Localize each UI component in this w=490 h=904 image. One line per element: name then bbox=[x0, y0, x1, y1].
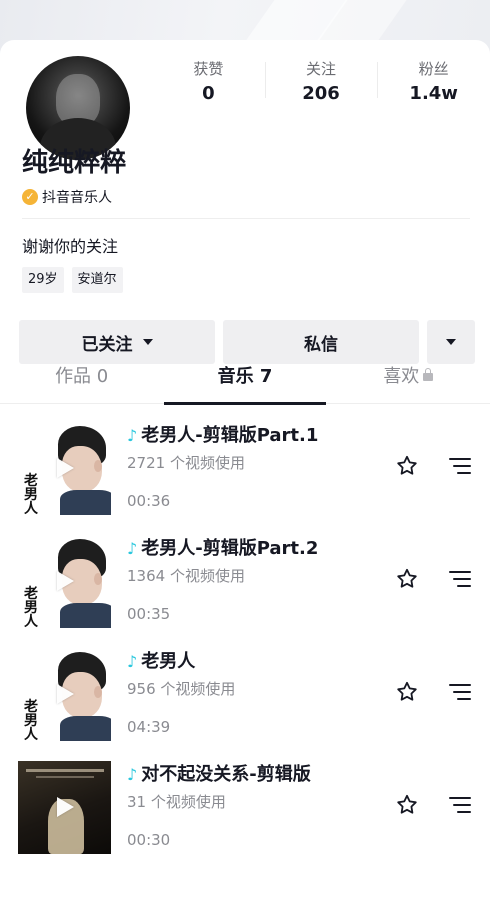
music-list: 老男人 ♪ 老男人-剪辑版Part.1 2721 个视频使用 00:36 老男人… bbox=[0, 418, 490, 870]
menu-lines-icon[interactable] bbox=[449, 571, 471, 587]
cover-ear bbox=[94, 460, 102, 472]
cover-title-strip bbox=[26, 769, 104, 772]
music-title: 老男人-剪辑版Part.1 bbox=[141, 425, 319, 446]
music-duration: 00:35 bbox=[127, 605, 171, 623]
music-item[interactable]: 老男人 ♪ 老男人-剪辑版Part.2 1364 个视频使用 00:35 bbox=[0, 531, 490, 644]
verification-label: 抖音音乐人 bbox=[42, 190, 112, 206]
profile-stats: 获赞 0 关注 206 粉丝 1.4w bbox=[152, 58, 490, 112]
music-cover[interactable] bbox=[18, 761, 111, 854]
music-item[interactable]: 老男人 ♪ 老男人 956 个视频使用 04:39 bbox=[0, 644, 490, 757]
music-title-row[interactable]: ♪ 对不起没关系-剪辑版 bbox=[127, 761, 377, 789]
music-item[interactable]: 老男人 ♪ 老男人-剪辑版Part.1 2721 个视频使用 00:36 bbox=[0, 418, 490, 531]
tag-location: 安道尔 bbox=[71, 267, 123, 293]
stat-value: 206 bbox=[302, 83, 340, 104]
music-title: 老男人 bbox=[141, 651, 196, 672]
stat-followers[interactable]: 粉丝 1.4w bbox=[377, 58, 490, 112]
music-title: 老男人-剪辑版Part.2 bbox=[141, 538, 319, 559]
cover-ear bbox=[94, 686, 102, 698]
stat-likes[interactable]: 获赞 0 bbox=[152, 58, 265, 112]
star-icon[interactable] bbox=[395, 793, 419, 817]
stat-value: 1.4w bbox=[409, 83, 458, 104]
verification-row: ✓ 抖音音乐人 bbox=[22, 186, 112, 208]
cover-calligraphy: 老男人 bbox=[24, 699, 38, 741]
music-usage-count: 956 个视频使用 bbox=[127, 680, 236, 698]
profile-tabs: 作品 0 音乐 7 喜欢 bbox=[0, 358, 490, 405]
caret-down-icon bbox=[142, 339, 153, 345]
profile-nickname: 纯纯粹粹 bbox=[22, 148, 127, 178]
music-note-icon: ♪ bbox=[127, 652, 138, 671]
play-icon[interactable] bbox=[57, 684, 74, 704]
caret-down-icon bbox=[446, 339, 456, 345]
stat-following[interactable]: 关注 206 bbox=[264, 58, 378, 112]
music-title-row[interactable]: ♪ 老男人 bbox=[127, 648, 377, 676]
music-title: 对不起没关系-剪辑版 bbox=[141, 764, 311, 785]
tab-label: 喜欢 bbox=[383, 366, 420, 387]
music-info: ♪ 老男人-剪辑版Part.2 1364 个视频使用 00:35 bbox=[127, 535, 377, 626]
cover-body bbox=[60, 603, 111, 628]
cover-ear bbox=[94, 573, 102, 585]
music-duration: 00:36 bbox=[127, 492, 171, 510]
music-info: ♪ 老男人 956 个视频使用 04:39 bbox=[127, 648, 377, 739]
music-note-icon: ♪ bbox=[127, 765, 138, 784]
menu-lines-icon[interactable] bbox=[449, 797, 471, 813]
music-usage-count: 1364 个视频使用 bbox=[127, 567, 245, 585]
cover-title-strip bbox=[36, 776, 94, 778]
tab-works[interactable]: 作品 0 bbox=[0, 358, 163, 403]
tab-likes[interactable]: 喜欢 bbox=[327, 358, 490, 403]
stat-value: 0 bbox=[202, 83, 215, 104]
star-icon[interactable] bbox=[395, 454, 419, 478]
verified-badge-icon: ✓ bbox=[22, 189, 38, 205]
play-icon[interactable] bbox=[57, 797, 74, 817]
music-title-row[interactable]: ♪ 老男人-剪辑版Part.2 bbox=[127, 535, 377, 563]
following-button-label: 已关注 bbox=[81, 334, 133, 355]
cover-body bbox=[60, 490, 111, 515]
lock-icon bbox=[423, 368, 434, 381]
star-icon[interactable] bbox=[395, 680, 419, 704]
music-cover[interactable]: 老男人 bbox=[18, 422, 111, 515]
cover-calligraphy: 老男人 bbox=[24, 586, 38, 628]
stat-label: 获赞 bbox=[193, 60, 224, 78]
music-title-row[interactable]: ♪ 老男人-剪辑版Part.1 bbox=[127, 422, 377, 450]
music-usage-count: 2721 个视频使用 bbox=[127, 454, 245, 472]
stat-label: 关注 bbox=[306, 60, 337, 78]
profile-signature: 谢谢你的关注 bbox=[22, 237, 119, 256]
menu-lines-icon[interactable] bbox=[449, 684, 471, 700]
stat-label: 粉丝 bbox=[418, 60, 449, 78]
tab-label: 音乐 7 bbox=[217, 366, 273, 387]
play-icon[interactable] bbox=[57, 571, 74, 591]
music-note-icon: ♪ bbox=[127, 426, 138, 445]
music-info: ♪ 老男人-剪辑版Part.1 2721 个视频使用 00:36 bbox=[127, 422, 377, 513]
profile-tags: 29岁 安道尔 bbox=[22, 267, 123, 293]
music-item[interactable]: ♪ 对不起没关系-剪辑版 31 个视频使用 00:30 bbox=[0, 757, 490, 870]
tab-music[interactable]: 音乐 7 bbox=[163, 358, 326, 405]
cover-body bbox=[60, 716, 111, 741]
star-icon[interactable] bbox=[395, 567, 419, 591]
tab-label: 作品 0 bbox=[55, 366, 109, 387]
menu-lines-icon[interactable] bbox=[449, 458, 471, 474]
tag-age: 29岁 bbox=[22, 267, 64, 293]
cover-calligraphy: 老男人 bbox=[24, 473, 38, 515]
divider bbox=[22, 218, 470, 219]
music-note-icon: ♪ bbox=[127, 539, 138, 558]
music-duration: 04:39 bbox=[127, 718, 171, 736]
music-info: ♪ 对不起没关系-剪辑版 31 个视频使用 00:30 bbox=[127, 761, 377, 852]
message-button-label: 私信 bbox=[304, 334, 338, 355]
music-cover[interactable]: 老男人 bbox=[18, 535, 111, 628]
play-icon[interactable] bbox=[57, 458, 74, 478]
music-duration: 00:30 bbox=[127, 831, 171, 849]
music-cover[interactable]: 老男人 bbox=[18, 648, 111, 741]
music-usage-count: 31 个视频使用 bbox=[127, 793, 226, 811]
